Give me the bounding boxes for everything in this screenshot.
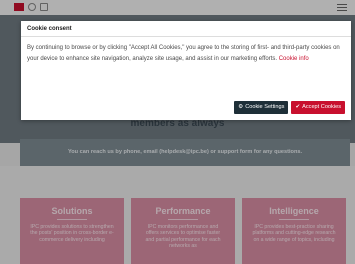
- accept-cookies-label: Accept Cookies: [302, 104, 341, 110]
- cookie-settings-label: Cookie Settings: [245, 104, 285, 110]
- gear-icon: ⚙: [238, 104, 244, 110]
- cookie-settings-button[interactable]: ⚙ Cookie Settings: [234, 101, 289, 114]
- dialog-message: By continuing to browse or by clicking "…: [21, 37, 351, 64]
- accept-cookies-button[interactable]: ✔ Accept Cookies: [291, 101, 345, 114]
- dialog-actions: ⚙ Cookie Settings ✔ Accept Cookies: [234, 101, 345, 114]
- dialog-title: Cookie consent: [21, 21, 351, 37]
- cookie-info-link[interactable]: Cookie info: [279, 56, 309, 62]
- check-icon: ✔: [295, 104, 301, 110]
- cookie-consent-dialog: Cookie consent By continuing to browse o…: [21, 21, 351, 120]
